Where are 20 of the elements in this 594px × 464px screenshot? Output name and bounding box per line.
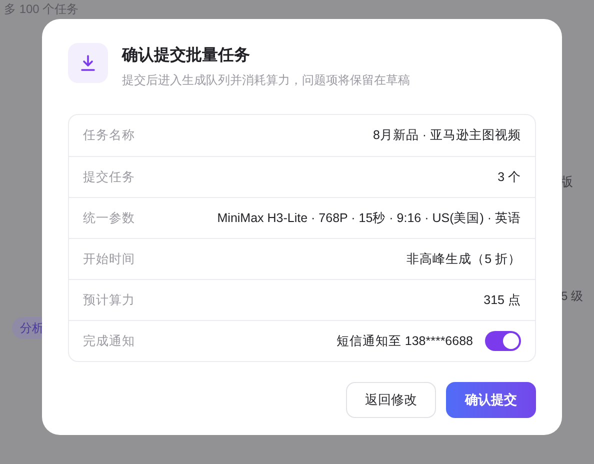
row-label: 提交任务 (83, 168, 135, 186)
text-fragment: 5 级 (561, 288, 584, 305)
row-label: 统一参数 (83, 210, 135, 227)
row-value: 315 点 (484, 292, 521, 309)
row-value: 非高峰生成（5 折） (406, 250, 521, 268)
hint-text: 多 100 个任务 (4, 2, 79, 17)
dialog-subtitle: 提交后进入生成队列并消耗算力，问题项将保留在草稿 (122, 72, 410, 89)
row-value: 3 个 (498, 168, 521, 186)
dialog-title: 确认提交批量任务 (122, 45, 251, 66)
row-label: 预计算力 (83, 292, 135, 309)
row-label: 完成通知 (83, 332, 135, 350)
confirm-button[interactable]: 确认提交 (446, 382, 536, 418)
row-label: 任务名称 (83, 127, 135, 144)
back-button[interactable]: 返回修改 (346, 382, 436, 418)
row-value: 8月新品 · 亚马逊主图视频 (372, 127, 521, 144)
row-label: 开始时间 (83, 250, 135, 268)
row-value: 短信通知至 138****6688 (336, 332, 473, 350)
row-value: MiniMax H3-Lite · 768P · 15秒 · 9:16 · US(美国) · 英语 (217, 210, 521, 227)
download-icon (68, 43, 108, 83)
toggle-switch[interactable] (485, 331, 521, 351)
